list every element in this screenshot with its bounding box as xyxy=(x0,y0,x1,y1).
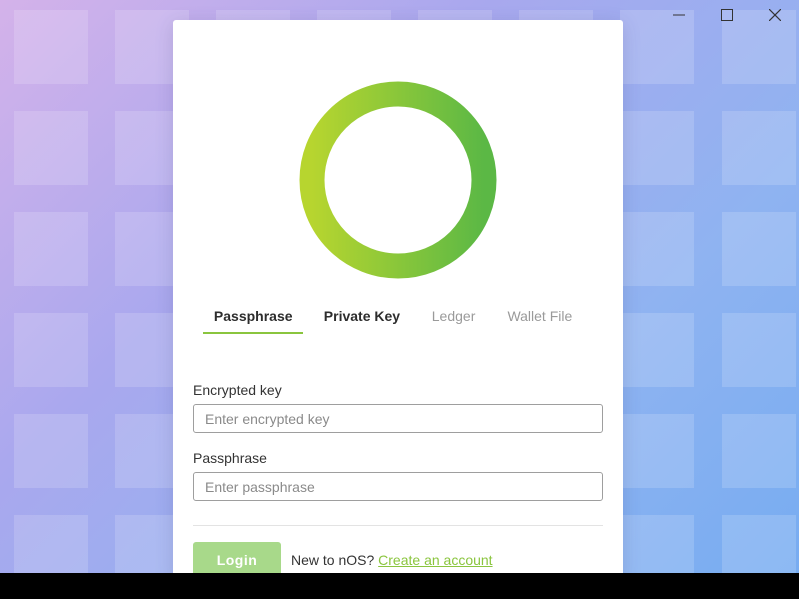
background-tile xyxy=(722,111,796,185)
background-tile xyxy=(14,313,88,387)
background-tile xyxy=(722,515,796,573)
passphrase-field[interactable] xyxy=(193,472,603,501)
minimize-button[interactable] xyxy=(655,0,703,30)
background-tile xyxy=(620,111,694,185)
signup-prompt-text: New to nOS? xyxy=(291,552,375,568)
tab-passphrase[interactable]: Passphrase xyxy=(203,300,304,334)
nos-logo-ring-icon xyxy=(299,81,497,279)
background-tile xyxy=(14,515,88,573)
login-method-tabs: Passphrase Private Key Ledger Wallet Fil… xyxy=(203,300,593,336)
close-icon xyxy=(769,9,781,21)
background-tile xyxy=(620,515,694,573)
taskbar xyxy=(0,573,799,599)
background-tile xyxy=(14,10,88,84)
encrypted-key-field[interactable] xyxy=(193,404,603,433)
maximize-icon xyxy=(721,9,733,21)
passphrase-label: Passphrase xyxy=(193,450,267,466)
background-tile xyxy=(14,414,88,488)
create-account-link[interactable]: Create an account xyxy=(378,552,492,568)
login-card: Passphrase Private Key Ledger Wallet Fil… xyxy=(173,20,623,580)
background-tile xyxy=(722,414,796,488)
minimize-icon xyxy=(673,14,685,16)
background-tile xyxy=(620,212,694,286)
background-tile xyxy=(722,313,796,387)
close-button[interactable] xyxy=(751,0,799,30)
encrypted-key-label: Encrypted key xyxy=(193,382,282,398)
tab-private-key[interactable]: Private Key xyxy=(303,300,420,334)
background-tile xyxy=(620,313,694,387)
background-tile xyxy=(722,212,796,286)
tab-ledger[interactable]: Ledger xyxy=(420,300,486,334)
background-tile xyxy=(620,414,694,488)
signup-prompt: New to nOS? Create an account xyxy=(291,552,493,568)
tab-wallet-file[interactable]: Wallet File xyxy=(487,300,593,334)
form-divider xyxy=(193,525,603,526)
maximize-button[interactable] xyxy=(703,0,751,30)
background-tile xyxy=(14,111,88,185)
background-tile xyxy=(14,212,88,286)
